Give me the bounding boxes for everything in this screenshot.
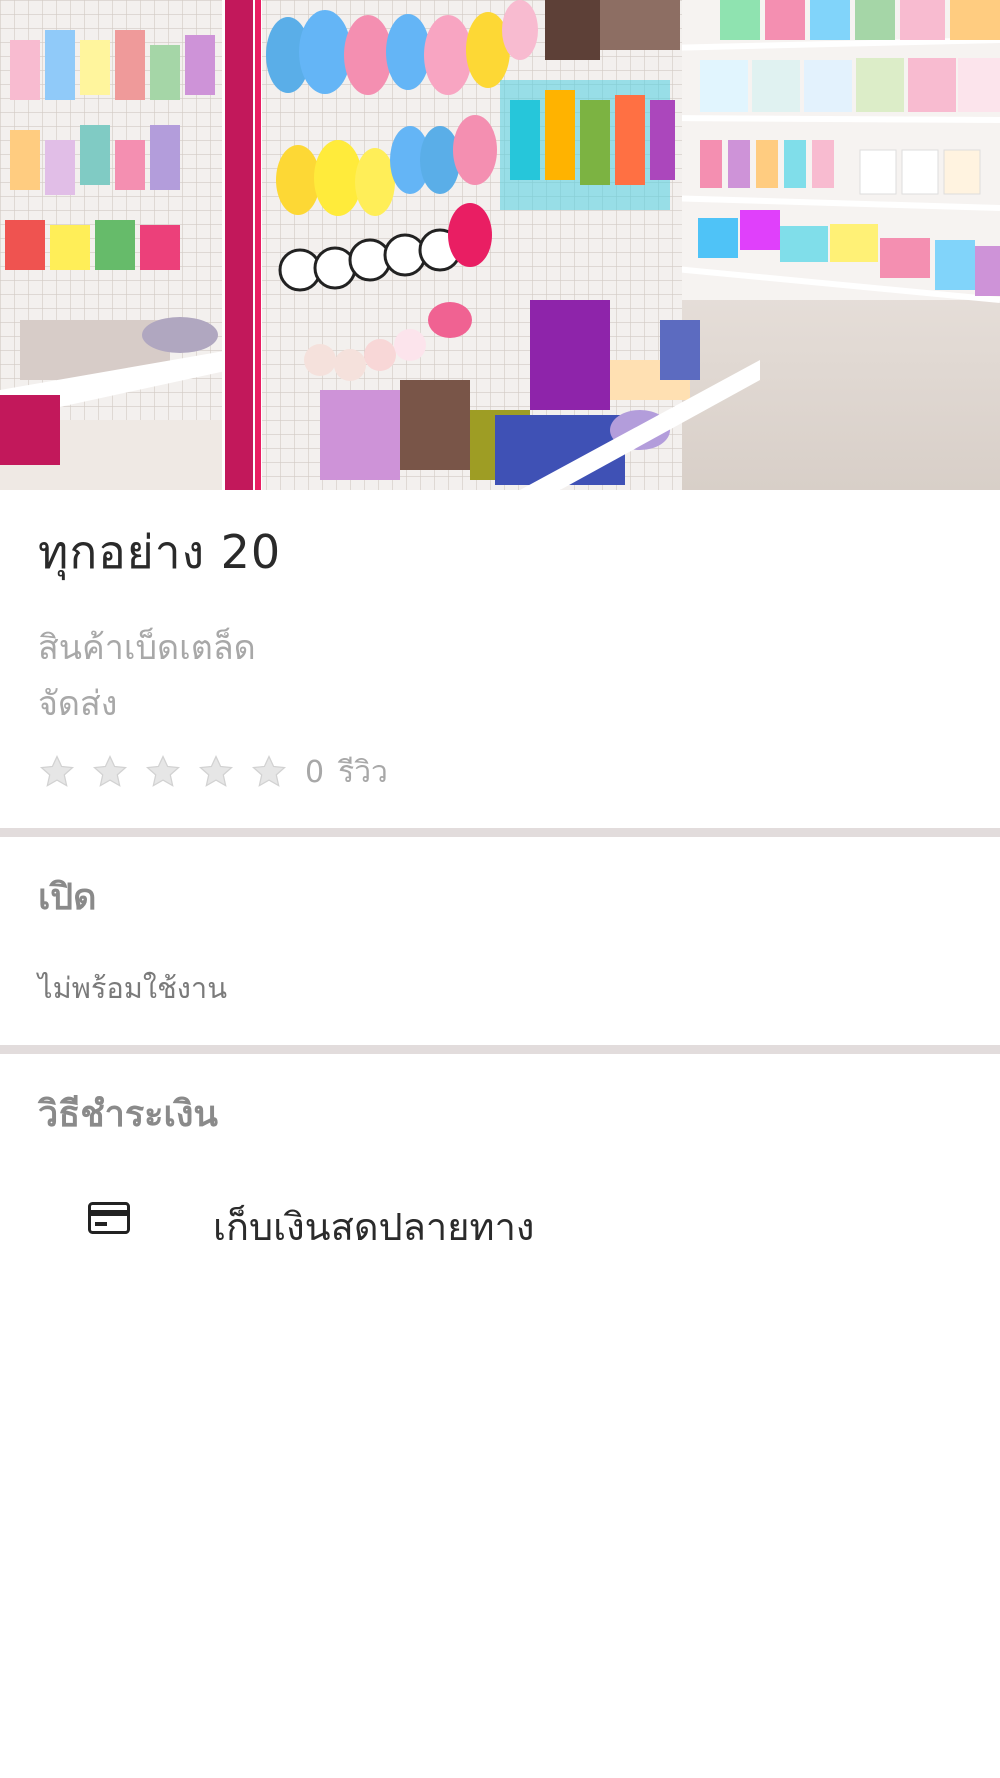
credit-card-icon (88, 1202, 130, 1234)
store-name: ทุกอย่าง 20 (38, 525, 282, 579)
star-empty-icon (250, 753, 288, 791)
star-empty-icon (91, 753, 129, 791)
payment-method-item: เก็บเงินสดปลายทาง (0, 1180, 1000, 1260)
section-divider (0, 828, 1000, 837)
star-empty-icon (197, 753, 235, 791)
store-category: สินค้าเบ็ดเตล็ด (38, 628, 256, 668)
store-rating[interactable]: 0 รีวิว (38, 748, 388, 796)
review-label: รีวิว (338, 754, 388, 790)
payment-method-title: วิธีชำระเงิน (38, 1094, 218, 1135)
payment-method-label: เก็บเงินสดปลายทาง (213, 1205, 535, 1249)
review-count: 0 (305, 754, 325, 790)
opening-hours-status: ไม่พร้อมใช้งาน (38, 971, 228, 1005)
store-interior-illustration (0, 0, 1000, 490)
delivery-label: จัดส่ง (38, 684, 118, 724)
store-cover-image (0, 0, 1000, 490)
star-empty-icon (38, 753, 76, 791)
star-empty-icon (144, 753, 182, 791)
opening-hours-title: เปิด (38, 877, 97, 918)
section-divider (0, 1045, 1000, 1054)
